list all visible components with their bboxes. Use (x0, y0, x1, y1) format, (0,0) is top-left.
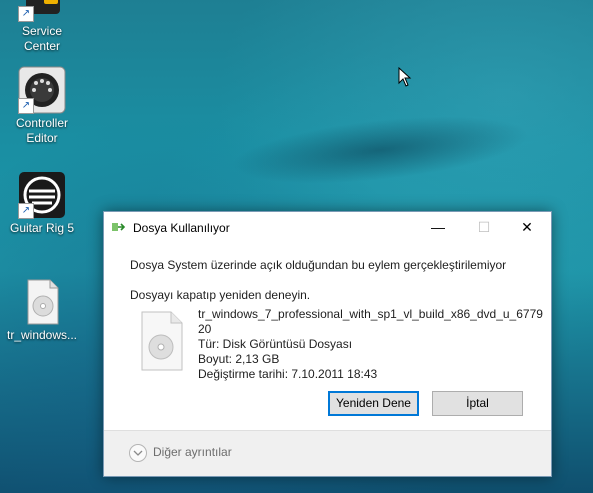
retry-button[interactable]: Yeniden Dene (328, 391, 419, 416)
file-in-use-dialog: Dosya Kullanılıyor — ☐ ✕ Dosya System üz… (103, 211, 552, 477)
midi-controller-icon: ↗ (18, 66, 66, 114)
file-transfer-icon (112, 223, 126, 231)
file-size: Boyut: 2,13 GB (198, 352, 280, 366)
file-name: tr_windows_7_professional_with_sp1_vl_bu… (198, 307, 543, 321)
desktop-icon-label: Controller (15, 116, 69, 130)
desktop-icon-label: tr_windows... (6, 328, 78, 342)
service-center-icon: ↗ (18, 0, 66, 22)
desktop-icon-label: Center (23, 39, 61, 53)
error-message: Dosya System üzerinde açık olduğundan bu… (130, 258, 507, 272)
desktop-icon-label: Guitar Rig 5 (9, 221, 75, 235)
shortcut-arrow-icon: ↗ (18, 203, 34, 219)
expand-details-button[interactable] (129, 444, 147, 462)
more-details-link[interactable]: Diğer ayrıntılar (153, 445, 232, 459)
disc-image-file-icon (141, 311, 183, 371)
file-type: Tür: Disk Görüntüsü Dosyası (198, 337, 353, 351)
chevron-down-icon (133, 450, 143, 456)
file-details: tr_windows_7_professional_with_sp1_vl_bu… (198, 307, 543, 382)
desktop-icon-service-center[interactable]: ↗ Service Center (2, 0, 82, 54)
mouse-cursor-icon (398, 67, 412, 87)
desktop-icon-iso-file[interactable]: tr_windows... (2, 278, 82, 343)
close-button[interactable]: ✕ (504, 212, 550, 242)
dialog-titlebar[interactable]: Dosya Kullanılıyor — ☐ ✕ (104, 212, 551, 242)
file-name-continued: 20 (198, 322, 212, 336)
minimize-button[interactable]: — (415, 212, 461, 242)
cancel-button[interactable]: İptal (432, 391, 523, 416)
desktop-icon-controller-editor[interactable]: ↗ Controller Editor (2, 66, 82, 146)
retry-hint: Dosyayı kapatıp yeniden deneyin. (130, 288, 311, 302)
maximize-button: ☐ (477, 219, 491, 235)
shortcut-arrow-icon: ↗ (18, 6, 34, 22)
disc-image-file-icon (18, 278, 66, 326)
desktop-icon-label: Editor (26, 131, 58, 145)
file-modified: Değiştirme tarihi: 7.10.2011 18:43 (198, 367, 378, 381)
desktop-icon-guitar-rig[interactable]: ↗ Guitar Rig 5 (2, 171, 82, 236)
wallpaper-shape (227, 104, 533, 196)
desktop-icon-label: Service (21, 24, 62, 38)
dialog-footer: Diğer ayrıntılar (104, 430, 551, 476)
shortcut-arrow-icon: ↗ (18, 98, 34, 114)
guitar-rig-icon: ↗ (18, 171, 66, 219)
dialog-title: Dosya Kullanılıyor (133, 221, 230, 235)
